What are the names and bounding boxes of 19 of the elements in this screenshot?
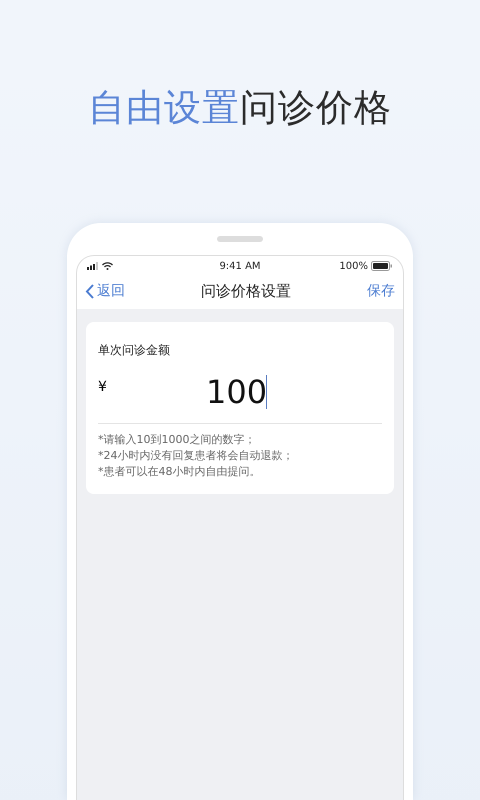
headline-text: 问诊价格	[240, 86, 392, 129]
wifi-icon	[102, 262, 113, 270]
back-link[interactable]: 返回	[85, 282, 125, 300]
headline-highlight: 自由设置	[88, 86, 240, 129]
screen-title: 问诊价格设置	[201, 282, 291, 300]
status-time: 9:41 AM	[219, 260, 261, 272]
battery-icon	[370, 261, 393, 271]
amount-field[interactable]: 100	[206, 373, 266, 411]
amount-label: 单次问诊金额	[98, 342, 171, 359]
chevron-left-icon	[85, 284, 94, 298]
signal-icon	[87, 262, 99, 270]
battery-percent: 100%	[339, 260, 368, 272]
note-text: *患者可以在48小时内自由提问。	[98, 464, 262, 480]
currency-symbol: ¥	[98, 379, 108, 395]
save-link[interactable]: 保存	[367, 282, 395, 300]
text-cursor	[266, 375, 267, 409]
note-text: *请输入10到1000之间的数字；	[98, 432, 256, 448]
note-text: *24小时内没有回复患者将会自动退款；	[98, 448, 294, 464]
speaker-icon	[217, 236, 263, 242]
